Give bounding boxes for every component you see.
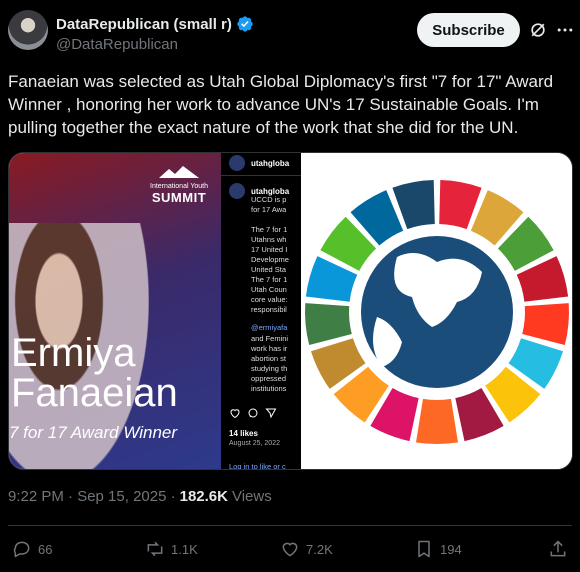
- heart-icon: [230, 409, 240, 419]
- mountain-logo-icon: [159, 166, 199, 178]
- reply-button[interactable]: 66: [12, 539, 52, 559]
- award-graphic: International Youth SUMMIT Ermiya Fanaei…: [9, 153, 221, 469]
- repost-button[interactable]: 1.1K: [145, 539, 198, 559]
- reply-icon: [13, 541, 30, 558]
- tweet-text: Fanaeian was selected as Utah Global Dip…: [8, 72, 554, 137]
- subscribe-button[interactable]: Subscribe: [417, 13, 520, 47]
- tweet-media[interactable]: International Youth SUMMIT Ermiya Fanaei…: [8, 152, 573, 470]
- views-count: 182.6K: [179, 488, 228, 505]
- action-bar: 66 1.1K 7.2K 194: [0, 535, 580, 565]
- bookmark-count: 194: [440, 541, 462, 557]
- sdg-wheel: [305, 180, 569, 444]
- ig-mention: @ermiyafa: [251, 323, 288, 332]
- ig-login-link: Log in to like or c: [229, 462, 286, 470]
- ig-avatar: [229, 155, 245, 171]
- verified-badge-icon: [237, 16, 253, 32]
- tweet-header: DataRepublican (small r) @DataRepublican…: [0, 0, 580, 62]
- author-handle[interactable]: @DataRepublican: [56, 36, 178, 53]
- share-icon: [550, 540, 566, 557]
- ig-divider: [221, 175, 301, 176]
- ig-header: utahgloba: [229, 155, 289, 171]
- more-options-icon[interactable]: [555, 20, 575, 40]
- ig-post-avatar: [229, 183, 245, 199]
- tweet-time[interactable]: 9:22 PM · Sep 15, 2025 ·: [8, 488, 176, 505]
- ig-date: August 25, 2022: [229, 440, 280, 447]
- ig-caption-bot: and Femini work has ir abortion st study…: [251, 334, 289, 393]
- repost-icon: [147, 541, 163, 557]
- views-label: Views: [231, 488, 272, 505]
- reply-count: 66: [38, 541, 53, 557]
- like-button[interactable]: 7.2K: [280, 539, 333, 559]
- ig-header-user: utahgloba: [251, 158, 290, 168]
- sdg-segment: [305, 303, 352, 345]
- ig-likes: 14 likes: [229, 429, 258, 438]
- ig-action-icons: [229, 407, 277, 419]
- repost-count: 1.1K: [171, 541, 198, 557]
- like-icon: [282, 542, 298, 557]
- tweet-timestamp: 9:22 PM · Sep 15, 2025 · 182.6K Views: [8, 488, 272, 505]
- summit-title: SUMMIT: [151, 190, 207, 205]
- first-name: Ermiya: [11, 331, 136, 375]
- summit-subtitle: International Youth: [150, 183, 208, 190]
- bookmark-icon: [418, 540, 430, 558]
- ig-caption-top: UCCD is p for 17 Awa: [251, 195, 287, 214]
- summit-logo: International Youth SUMMIT: [149, 165, 209, 205]
- ig-caption-mid: The 7 for 1 Utahns wh 17 United I Develo…: [251, 225, 289, 314]
- sdg-segment: [522, 303, 569, 345]
- comment-icon: [248, 408, 258, 418]
- bookmark-button[interactable]: 194: [414, 539, 462, 559]
- share-icon: [265, 408, 277, 419]
- author-name[interactable]: DataRepublican (small r): [56, 16, 232, 33]
- grok-icon[interactable]: [528, 20, 548, 40]
- award-label: 7 for 17 Award Winner: [9, 423, 178, 442]
- sdg-segment: [415, 398, 459, 444]
- share-button[interactable]: [548, 539, 568, 559]
- instagram-post: utahgloba utahgloba UCCD is p for 17 Awa…: [221, 153, 301, 470]
- sdg-wheel-graphic: [301, 153, 572, 469]
- divider: [8, 525, 572, 526]
- like-count: 7.2K: [306, 541, 333, 557]
- avatar[interactable]: [8, 10, 48, 50]
- last-name: Fanaeian: [11, 371, 178, 415]
- author-name-row: DataRepublican (small r): [56, 15, 254, 33]
